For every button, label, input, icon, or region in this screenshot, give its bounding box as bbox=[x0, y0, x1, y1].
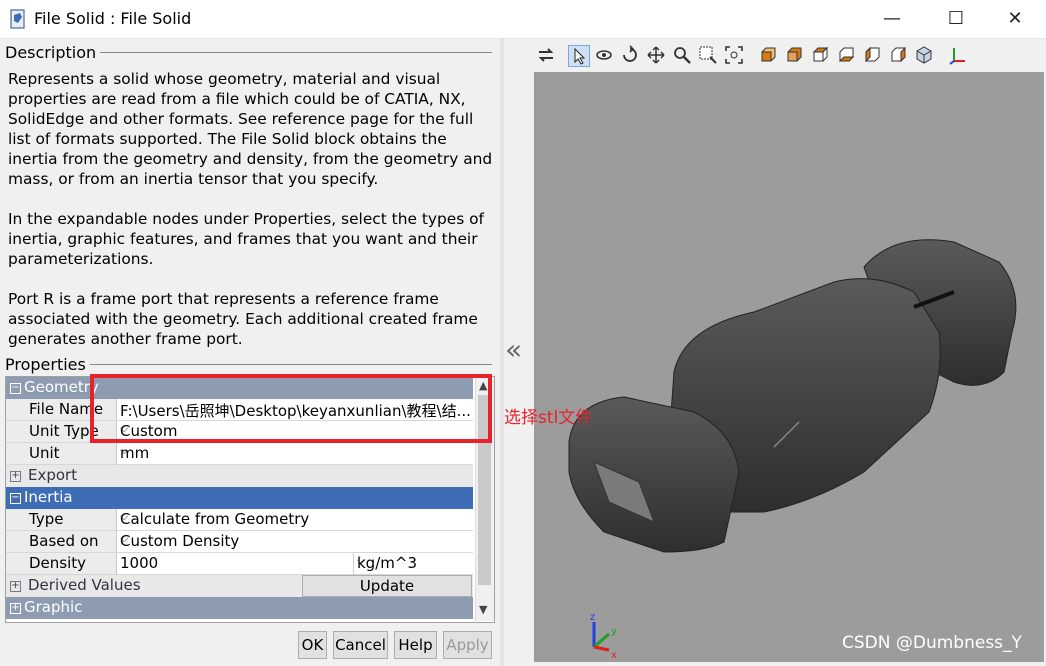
based-on-select[interactable]: Custom Density ⌵ bbox=[117, 531, 473, 553]
file-solid-app-icon bbox=[10, 9, 25, 29]
ok-button[interactable]: OK bbox=[298, 631, 327, 659]
collapse-icon[interactable]: − bbox=[10, 493, 21, 504]
category-export[interactable]: + Export bbox=[6, 465, 473, 487]
expand-icon[interactable]: + bbox=[10, 581, 21, 592]
back-view-icon[interactable] bbox=[784, 45, 804, 65]
cancel-button[interactable]: Cancel bbox=[333, 631, 388, 659]
unit-type-label: Unit Type bbox=[29, 422, 99, 440]
description-paragraph: Port R is a frame port that represents a… bbox=[8, 290, 478, 348]
model-rendering: z y x bbox=[568, 239, 1017, 661]
bottom-view-icon[interactable] bbox=[836, 45, 856, 65]
window-title: File Solid : File Solid bbox=[34, 9, 192, 28]
category-graphic[interactable]: + Graphic bbox=[6, 597, 473, 619]
rotate-icon[interactable] bbox=[594, 45, 614, 65]
frame-axes-icon[interactable] bbox=[948, 45, 968, 65]
type-label: Type bbox=[29, 510, 64, 528]
based-on-label: Based on bbox=[29, 532, 99, 550]
right-view-icon[interactable] bbox=[888, 45, 908, 65]
swap-icon[interactable] bbox=[536, 45, 556, 65]
front-view-icon[interactable] bbox=[758, 45, 778, 65]
description-heading: Description bbox=[5, 43, 101, 62]
density-input[interactable]: 1000 bbox=[117, 553, 354, 575]
property-row-unit: Unit mm ⌵ bbox=[6, 443, 473, 465]
axis-x-label: x bbox=[611, 650, 617, 661]
spin-icon[interactable] bbox=[620, 45, 640, 65]
chevron-down-icon[interactable]: ⌵ bbox=[120, 444, 470, 458]
property-row-based-on: Based on Custom Density ⌵ bbox=[6, 531, 473, 553]
expand-icon[interactable]: + bbox=[10, 603, 21, 614]
model-canvas[interactable]: z y x bbox=[534, 72, 1044, 662]
description-paragraph: Represents a solid whose geometry, mater… bbox=[8, 70, 493, 188]
axis-z-label: z bbox=[590, 612, 595, 623]
annotation-highlight-box bbox=[90, 374, 492, 443]
unit-select[interactable]: mm ⌵ bbox=[117, 443, 473, 465]
apply-button[interactable]: Apply bbox=[443, 631, 492, 659]
inertia-type-select[interactable]: Calculate from Geometry ⌵ bbox=[117, 509, 473, 531]
collapse-icon[interactable]: − bbox=[10, 383, 21, 394]
description-text: Represents a solid whose geometry, mater… bbox=[8, 69, 496, 369]
chevron-down-icon[interactable]: ▼ bbox=[479, 603, 487, 616]
viewer-toolbar bbox=[504, 39, 1046, 71]
chevron-down-icon[interactable]: ⌵ bbox=[357, 554, 470, 568]
category-derived-values[interactable]: + Derived Values Update bbox=[6, 575, 473, 597]
density-label: Density bbox=[29, 554, 87, 572]
annotation-text: 选择stl文件 bbox=[504, 408, 593, 428]
close-button[interactable]: ✕ bbox=[995, 4, 1035, 34]
unit-label: Unit bbox=[29, 444, 60, 462]
properties-divider bbox=[86, 364, 492, 365]
property-row-type: Type Calculate from Geometry ⌵ bbox=[6, 509, 473, 531]
axis-triad: z y x bbox=[590, 612, 617, 661]
help-button[interactable]: Help bbox=[394, 631, 437, 659]
description-paragraph: In the expandable nodes under Properties… bbox=[8, 210, 484, 268]
left-view-icon[interactable] bbox=[862, 45, 882, 65]
property-row-density: Density 1000 kg/m^3 ⌵ bbox=[6, 553, 473, 575]
category-inertia[interactable]: − Inertia bbox=[6, 487, 473, 509]
collapse-panel-icon[interactable]: « bbox=[505, 333, 522, 366]
visualization-pane: z y x bbox=[504, 39, 1046, 666]
density-value: 1000 bbox=[120, 554, 159, 572]
category-label: Geometry bbox=[24, 378, 99, 396]
chevron-down-icon[interactable]: ⌵ bbox=[120, 532, 470, 546]
density-unit-select[interactable]: kg/m^3 ⌵ bbox=[354, 553, 473, 575]
category-label: Derived Values bbox=[28, 576, 141, 594]
category-label: Inertia bbox=[24, 488, 73, 506]
watermark-text: CSDN @Dumbness_Y bbox=[842, 633, 1022, 653]
select-cursor-icon[interactable] bbox=[568, 45, 590, 67]
parameters-panel: Description Represents a solid whose geo… bbox=[0, 39, 500, 666]
zoom-box-icon[interactable] bbox=[698, 45, 718, 65]
expand-icon[interactable]: + bbox=[10, 471, 21, 482]
maximize-button[interactable]: ☐ bbox=[936, 4, 976, 34]
category-label: Graphic bbox=[24, 598, 83, 616]
title-bar: File Solid : File Solid — ☐ ✕ bbox=[0, 0, 1046, 39]
chevron-down-icon[interactable]: ⌵ bbox=[120, 510, 470, 524]
description-divider bbox=[90, 52, 492, 53]
update-button[interactable]: Update bbox=[302, 575, 472, 597]
pan-icon[interactable] bbox=[646, 45, 666, 65]
properties-heading: Properties bbox=[5, 355, 90, 374]
zoom-icon[interactable] bbox=[672, 45, 692, 65]
minimize-button[interactable]: — bbox=[872, 4, 912, 34]
category-label: Export bbox=[28, 466, 78, 484]
top-view-icon[interactable] bbox=[810, 45, 830, 65]
axis-y-label: y bbox=[611, 626, 617, 637]
fit-view-icon[interactable] bbox=[724, 45, 744, 65]
isometric-view-icon[interactable] bbox=[914, 45, 934, 65]
